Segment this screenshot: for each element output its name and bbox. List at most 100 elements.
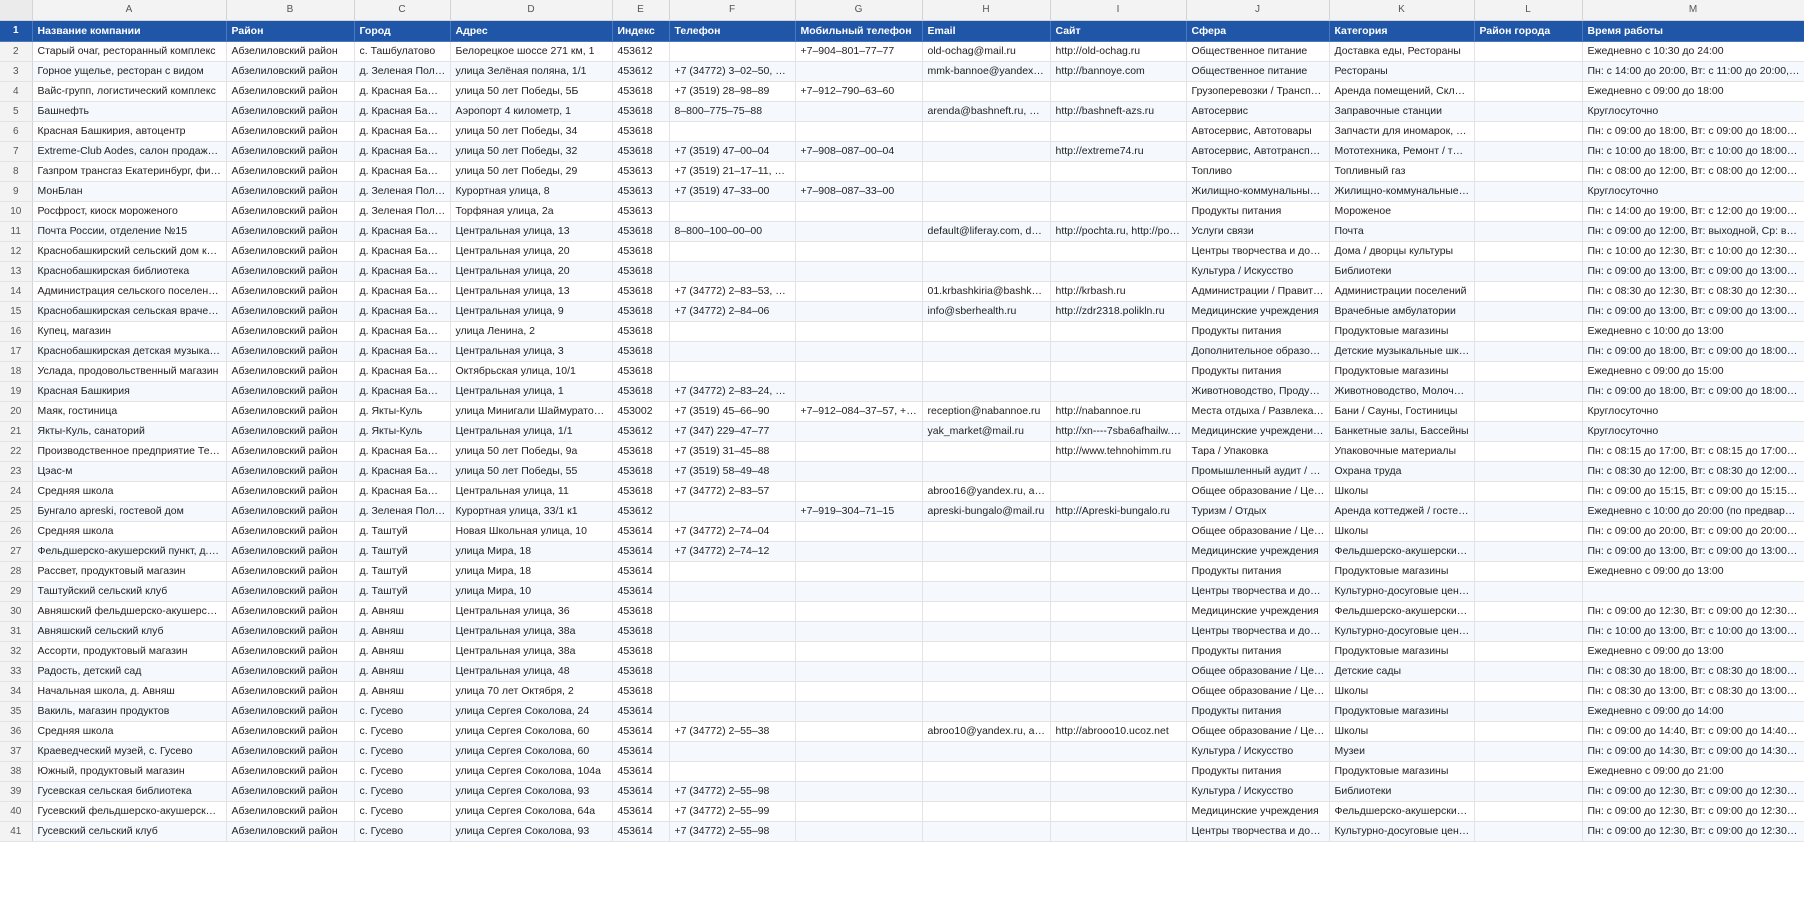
header-cell[interactable]: Район (226, 20, 355, 42)
table-cell[interactable] (922, 601, 1051, 622)
table-cell[interactable]: Абзелиловский район (226, 181, 355, 202)
table-cell[interactable]: д. Красная Башкирия (354, 121, 451, 142)
table-cell[interactable] (795, 361, 923, 382)
table-cell[interactable]: Абзелиловский район (226, 81, 355, 102)
table-cell[interactable] (795, 281, 923, 302)
table-cell[interactable]: Школы (1329, 721, 1475, 742)
table-cell[interactable] (922, 181, 1051, 202)
column-letter-a[interactable]: A (32, 0, 227, 21)
table-cell[interactable] (922, 581, 1051, 602)
table-cell[interactable]: Пн: с 08:30 до 18:00, Вт: с 08:30 до 18:… (1582, 661, 1804, 682)
row-number[interactable]: 18 (0, 361, 33, 382)
table-cell[interactable]: Круглосуточно (1582, 421, 1804, 442)
table-cell[interactable]: 453618 (612, 141, 670, 162)
table-cell[interactable]: Башнефть (32, 101, 227, 122)
table-cell[interactable] (669, 761, 796, 782)
table-cell[interactable]: Торфяная улица, 2а (450, 201, 613, 222)
table-cell[interactable] (922, 561, 1051, 582)
table-cell[interactable]: Медицинские учреждения, Места отдыха (1186, 421, 1330, 442)
table-cell[interactable]: Продукты питания (1186, 361, 1330, 382)
column-letter-g[interactable]: G (795, 0, 923, 21)
table-cell[interactable]: Администрации / Правительство (1186, 281, 1330, 302)
table-cell[interactable]: +7 (34772) 2–83–24, +7 (34772) 2–83–25 (669, 381, 796, 402)
table-cell[interactable]: Фельдшерско-акушерские пункты (1329, 801, 1475, 822)
table-cell[interactable]: Курортная улица, 33/1 к1 (450, 501, 613, 522)
table-cell[interactable]: д. Таштуй (354, 561, 451, 582)
row-number[interactable]: 2 (0, 41, 33, 62)
table-cell[interactable]: Музеи (1329, 741, 1475, 762)
table-cell[interactable]: 453612 (612, 421, 670, 442)
table-cell[interactable]: info@sberhealth.ru (922, 301, 1051, 322)
table-cell[interactable]: Культура / Искусство (1186, 261, 1330, 282)
table-cell[interactable]: Гусевская сельская библиотека (32, 781, 227, 802)
table-cell[interactable] (1050, 201, 1187, 222)
row-number[interactable]: 33 (0, 661, 33, 682)
table-cell[interactable]: д. Красная Башкирия (354, 81, 451, 102)
row-number[interactable]: 31 (0, 621, 33, 642)
table-cell[interactable] (1050, 241, 1187, 262)
table-cell[interactable] (1050, 661, 1187, 682)
table-cell[interactable]: Центры творчества и досуга (1186, 621, 1330, 642)
table-cell[interactable]: д. Зеленая Поляна (354, 61, 451, 82)
table-cell[interactable]: Дома / дворцы культуры (1329, 241, 1475, 262)
table-cell[interactable] (669, 241, 796, 262)
table-cell[interactable]: Запчасти для иномарок, Запчасти (1329, 121, 1475, 142)
table-cell[interactable] (669, 621, 796, 642)
table-cell[interactable]: +7 (34772) 2–55–98 (669, 781, 796, 802)
table-cell[interactable]: Старый очаг, ресторанный комплекс (32, 41, 227, 62)
row-number[interactable]: 27 (0, 541, 33, 562)
row-number[interactable]: 16 (0, 321, 33, 342)
table-cell[interactable] (1050, 481, 1187, 502)
table-cell[interactable] (922, 521, 1051, 542)
table-cell[interactable]: Ассорти, продуктовый магазин (32, 641, 227, 662)
table-cell[interactable] (669, 261, 796, 282)
column-letter-c[interactable]: C (354, 0, 451, 21)
table-cell[interactable]: +7–908–087–00–04 (795, 141, 923, 162)
table-cell[interactable]: с. Гусево (354, 801, 451, 822)
table-cell[interactable]: +7 (34772) 2–84–06 (669, 301, 796, 322)
table-cell[interactable]: Ежедневно с 10:00 до 13:00 (1582, 321, 1804, 342)
table-cell[interactable]: Детские музыкальные школы (1329, 341, 1475, 362)
table-cell[interactable] (1474, 281, 1583, 302)
row-number[interactable]: 29 (0, 581, 33, 602)
table-cell[interactable]: 453614 (612, 761, 670, 782)
table-cell[interactable]: Продукты питания (1186, 641, 1330, 662)
table-cell[interactable]: Продуктовые магазины (1329, 701, 1475, 722)
table-cell[interactable] (1050, 81, 1187, 102)
table-cell[interactable]: Продуктовые магазины (1329, 641, 1475, 662)
table-cell[interactable]: Абзелиловский район (226, 201, 355, 222)
table-cell[interactable]: д. Таштуй (354, 521, 451, 542)
table-cell[interactable]: 8–800–100–00–00 (669, 221, 796, 242)
table-cell[interactable] (1474, 101, 1583, 122)
table-cell[interactable]: 453618 (612, 381, 670, 402)
table-cell[interactable]: Продукты питания (1186, 701, 1330, 722)
column-letter-e[interactable]: E (612, 0, 670, 21)
table-cell[interactable]: Фельдшерско-акушерские пункты (1329, 541, 1475, 562)
table-cell[interactable] (1474, 401, 1583, 422)
table-cell[interactable]: улица Сергея Соколова, 60 (450, 741, 613, 762)
table-cell[interactable]: улица 50 лет Победы, 9а (450, 441, 613, 462)
table-cell[interactable] (795, 241, 923, 262)
table-cell[interactable]: улица 50 лет Победы, 5Б (450, 81, 613, 102)
table-cell[interactable] (795, 561, 923, 582)
table-cell[interactable]: 453614 (612, 801, 670, 822)
table-cell[interactable]: д. Красная Башкирия (354, 101, 451, 122)
table-cell[interactable]: с. Гусево (354, 701, 451, 722)
table-cell[interactable] (1050, 641, 1187, 662)
table-cell[interactable]: д. Таштуй (354, 541, 451, 562)
table-cell[interactable]: abroo10@yandex.ru, abroo10@mail.ru (922, 721, 1051, 742)
row-number[interactable]: 21 (0, 421, 33, 442)
table-cell[interactable] (1474, 421, 1583, 442)
table-cell[interactable] (669, 741, 796, 762)
table-cell[interactable]: 453002 (612, 401, 670, 422)
table-cell[interactable]: Абзелиловский район (226, 421, 355, 442)
table-cell[interactable] (1050, 781, 1187, 802)
table-cell[interactable]: 453618 (612, 661, 670, 682)
table-cell[interactable]: Абзелиловский район (226, 801, 355, 822)
table-cell[interactable] (669, 601, 796, 622)
table-cell[interactable]: Туризм / Отдых (1186, 501, 1330, 522)
table-cell[interactable]: 453613 (612, 181, 670, 202)
row-number[interactable]: 23 (0, 461, 33, 482)
table-cell[interactable] (1050, 341, 1187, 362)
table-cell[interactable]: д. Якты-Куль (354, 401, 451, 422)
